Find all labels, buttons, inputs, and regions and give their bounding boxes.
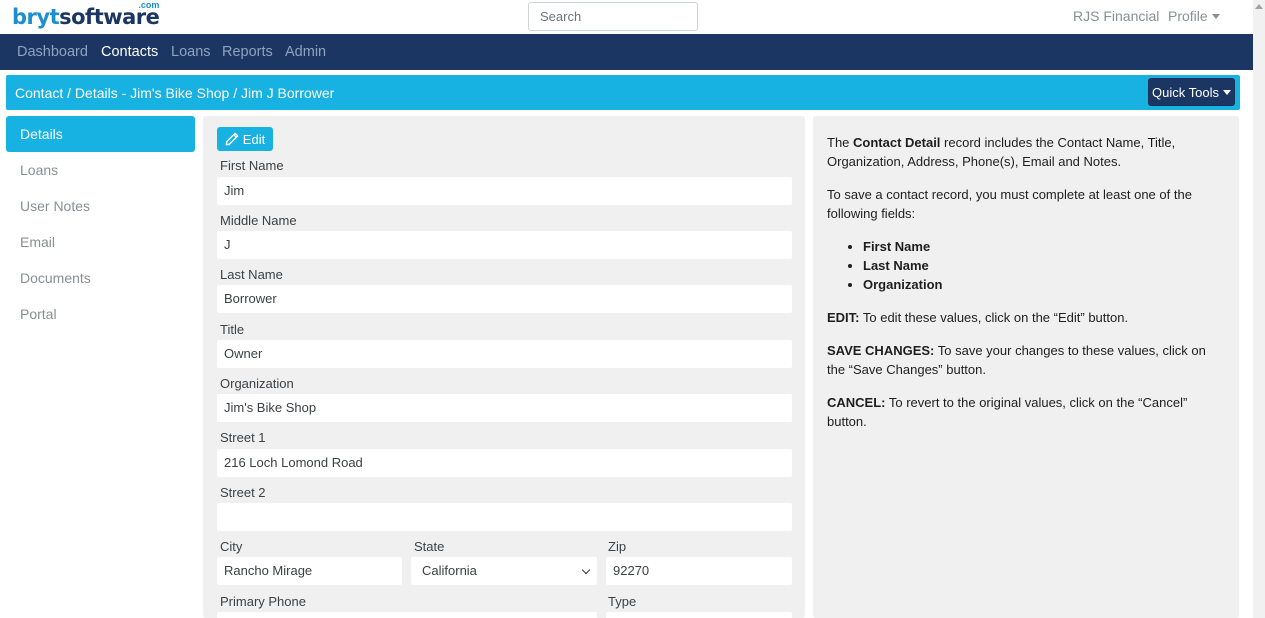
organization-field[interactable]: Jim's Bike Shop [217,394,792,422]
help-edit: EDIT: To edit these values, click on the… [827,308,1225,327]
first-name-label: First Name [220,158,284,173]
logo-text-bryt: bryt [12,5,60,29]
last-name-label: Last Name [220,267,283,282]
organization-name[interactable]: RJS Financial [1073,8,1159,24]
brand-logo[interactable]: brytsoftware .com [12,0,160,31]
city-label: City [220,539,243,554]
nav-loans[interactable]: Loans [171,44,211,60]
chevron-down-icon [581,565,591,575]
city-field[interactable]: Rancho Mirage [217,557,402,585]
middle-name-label: Middle Name [220,213,297,228]
state-select[interactable]: California [411,557,597,585]
street1-label: Street 1 [220,430,266,445]
help-edit-bold: EDIT: [827,310,860,325]
logo-suffix: .com [138,0,160,10]
zip-field[interactable]: 92270 [606,557,792,585]
nav-reports[interactable]: Reports [222,44,273,60]
middle-name-field[interactable]: J [217,231,792,259]
state-value: California [422,563,477,578]
required-field-item: Last Name [863,256,1225,275]
page-scrollbar[interactable] [1253,0,1265,618]
required-field-item: Organization [863,275,1225,294]
help-intro-pre: The [827,135,854,150]
sidebar-item-email[interactable]: Email [6,224,195,260]
nav-contacts[interactable]: Contacts [101,44,158,60]
breadcrumb: Contact / Details - Jim's Bike Shop / Ji… [15,85,335,101]
sidebar: Details Loans User Notes Email Documents… [6,116,195,332]
help-cancel-bold: CANCEL: [827,395,886,410]
sidebar-item-details[interactable]: Details [6,116,195,152]
title-field[interactable]: Owner [217,340,792,368]
nav-dashboard[interactable]: Dashboard [17,44,88,60]
sidebar-item-user-notes[interactable]: User Notes [6,188,195,224]
organization-label: Organization [220,376,294,391]
sidebar-item-loans[interactable]: Loans [6,152,195,188]
caret-down-icon [1222,89,1231,95]
profile-menu[interactable]: Profile [1168,8,1220,24]
first-name-field[interactable]: Jim [217,177,792,205]
phone-type-label: Type [608,594,637,609]
street2-field[interactable] [217,503,792,531]
edit-label: Edit [242,131,266,147]
street1-field[interactable]: 216 Loch Lomond Road [217,449,792,477]
contact-form-panel: Edit First Name Jim Middle Name J Last N… [203,116,805,618]
street2-label: Street 2 [220,485,266,500]
help-intro: The Contact Detail record includes the C… [827,133,1225,171]
sidebar-item-documents[interactable]: Documents [6,260,195,296]
main-nav: Dashboard Contacts Loans Reports Admin [0,34,1253,70]
profile-label: Profile [1168,8,1208,24]
title-label: Title [220,322,245,337]
help-save-rule: To save a contact record, you must compl… [827,187,1192,221]
help-panel: The Contact Detail record includes the C… [813,116,1239,618]
help-save-changes: SAVE CHANGES: To save your changes to th… [827,341,1225,379]
primary-phone-label: Primary Phone [220,594,306,609]
help-save-bold: SAVE CHANGES: [827,343,935,358]
top-bar: brytsoftware .com RJS Financial Profile [0,0,1253,34]
required-field-item: First Name [863,237,1225,256]
state-label: State [414,539,445,554]
zip-label: Zip [608,539,627,554]
nav-admin[interactable]: Admin [285,44,326,60]
pencil-icon [225,132,239,146]
help-edit-text: To edit these values, click on the “Edit… [859,310,1129,325]
quick-tools-button[interactable]: Quick Tools [1148,78,1235,106]
last-name-field[interactable]: Borrower [217,285,792,313]
search-input[interactable] [528,2,698,31]
edit-button[interactable]: Edit [217,127,273,151]
page-title-bar: Contact / Details - Jim's Bike Shop / Ji… [6,75,1240,110]
scroll-up-arrow-icon[interactable] [1255,4,1263,9]
primary-phone-field[interactable] [217,612,597,618]
caret-down-icon [1211,14,1220,19]
required-fields-list: First Name Last Name Organization [863,237,1225,294]
quick-tools-label: Quick Tools [1152,84,1219,100]
sidebar-item-portal[interactable]: Portal [6,296,195,332]
phone-type-field[interactable] [606,612,792,618]
help-cancel: CANCEL: To revert to the original values… [827,393,1225,431]
help-intro-bold: Contact Detail [853,135,941,150]
